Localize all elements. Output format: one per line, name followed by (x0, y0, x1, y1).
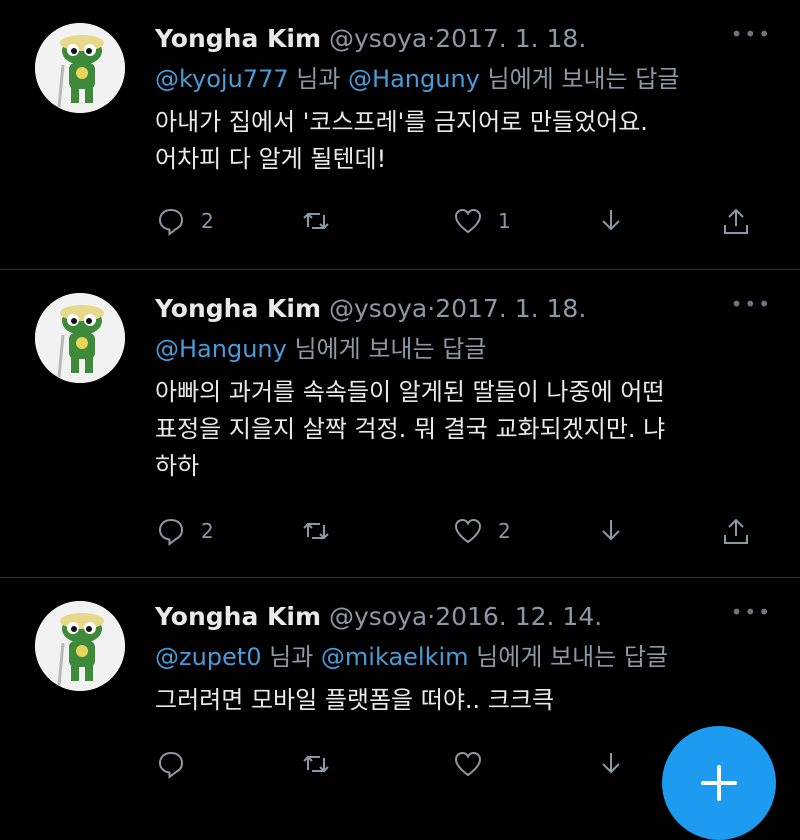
reply-button[interactable]: 2 (155, 205, 214, 237)
author-handle[interactable]: @ysoya (329, 24, 427, 53)
separator: · (427, 24, 436, 53)
reply-suffix: 님에게 보내는 답글 (286, 335, 487, 363)
mention-link[interactable]: @zupet0 (155, 643, 262, 671)
mention-link[interactable]: @mikaelkim (321, 643, 469, 671)
avatar[interactable] (35, 23, 125, 113)
download-icon (595, 205, 627, 237)
retweet-icon (303, 522, 329, 540)
author-name[interactable]: Yongha Kim (155, 294, 321, 323)
download-icon (602, 520, 620, 541)
tweet-date[interactable]: 2017. 1. 18. (435, 24, 586, 53)
author-name[interactable]: Yongha Kim (155, 24, 321, 53)
reply-context: @Hanguny 님에게 보내는 답글 (155, 332, 780, 366)
tweet-text: 아빠의 과거를 속속들이 알게된 딸들이 나중에 어떤 표정을 지을지 살짝 걱… (155, 374, 780, 485)
mention-link[interactable]: @Hanguny (155, 335, 287, 363)
reply-conjunction: 님과 (288, 65, 349, 93)
plus-icon (701, 765, 737, 801)
reply-suffix: 님에게 보내는 답글 (479, 65, 680, 93)
tweet-text-line: 아빠의 과거를 속속들이 알게된 딸들이 나중에 어떤 (155, 378, 665, 406)
more-icon[interactable]: ••• (731, 22, 772, 46)
mention-link[interactable]: @Hanguny (348, 65, 480, 93)
tweet-actions: 2 2 (155, 515, 755, 551)
tweet-actions: 2 1 (155, 205, 755, 241)
save-button[interactable] (595, 205, 627, 237)
tweet-text: 그러려면 모바일 플랫폼을 떠야.. 크크큭 (155, 682, 780, 719)
reply-context: @zupet0 님과 @mikaelkim 님에게 보내는 답글 (155, 640, 780, 674)
tweet-text-line: 표정을 지을지 살짝 걱정. 뭐 결국 교화되겠지만. 냐 (155, 415, 666, 443)
separator: · (427, 294, 436, 323)
retweet-icon (303, 755, 329, 773)
avatar[interactable] (35, 293, 125, 383)
tweet-text-line: 어차피 다 알게 될텐데! (155, 145, 387, 173)
separator: · (427, 602, 436, 631)
save-button[interactable] (595, 515, 627, 547)
heart-icon (454, 751, 482, 777)
share-button[interactable] (720, 515, 752, 547)
author-handle[interactable]: @ysoya (329, 294, 427, 323)
mention-link[interactable]: @kyoju777 (155, 65, 289, 93)
like-button[interactable]: 1 (452, 205, 511, 237)
tweet-text-line: 그러려면 모바일 플랫폼을 떠야.. 크크큭 (155, 686, 555, 714)
compose-button[interactable] (662, 726, 776, 840)
like-count: 1 (498, 209, 511, 233)
heart-icon (454, 518, 482, 544)
reply-suffix: 님에게 보내는 답글 (468, 643, 669, 671)
reply-button[interactable] (155, 748, 187, 780)
reply-icon (158, 518, 184, 547)
share-icon (724, 208, 748, 234)
retweet-icon (303, 212, 329, 230)
retweet-button[interactable] (300, 205, 346, 237)
retweet-button[interactable] (300, 748, 332, 780)
save-button[interactable] (595, 748, 627, 780)
tweet-date[interactable]: 2017. 1. 18. (435, 294, 586, 323)
tweet-header: Yongha Kim @ysoya·2017. 1. 18. (155, 292, 780, 326)
reply-context: @kyoju777 님과 @Hanguny 님에게 보내는 답글 (155, 62, 780, 96)
reply-conjunction: 님과 (261, 643, 321, 671)
avatar[interactable] (35, 601, 125, 691)
download-icon (602, 753, 620, 774)
more-icon[interactable]: ••• (731, 600, 772, 624)
reply-button[interactable]: 2 (155, 515, 214, 547)
like-button[interactable]: 2 (452, 515, 511, 547)
reply-icon (158, 208, 184, 237)
retweet-button[interactable] (300, 515, 346, 547)
author-handle[interactable]: @ysoya (329, 602, 427, 631)
frog-character-icon (35, 23, 125, 113)
more-icon[interactable]: ••• (731, 292, 772, 316)
frog-character-icon (35, 601, 125, 691)
heart-icon (454, 208, 482, 234)
share-icon (724, 518, 748, 544)
reply-icon (158, 751, 184, 780)
tweet[interactable]: Yongha Kim @ysoya·2017. 1. 18. ••• @kyoj… (0, 0, 800, 270)
tweet-date[interactable]: 2016. 12. 14. (435, 602, 602, 631)
frog-character-icon (35, 293, 125, 383)
tweet-text-line: 하하 (155, 452, 200, 480)
like-count: 2 (498, 519, 511, 543)
tweet-header: Yongha Kim @ysoya·2017. 1. 18. (155, 22, 780, 56)
reply-count: 2 (201, 519, 214, 543)
reply-count: 2 (201, 209, 214, 233)
like-button[interactable] (452, 748, 484, 780)
tweet[interactable]: Yongha Kim @ysoya·2017. 1. 18. ••• @Hang… (0, 270, 800, 578)
share-button[interactable] (720, 205, 752, 237)
tweet-text-line: 아내가 집에서 '코스프레'를 금지어로 만들었어요. (155, 108, 648, 136)
tweet-text: 아내가 집에서 '코스프레'를 금지어로 만들었어요. 어차피 다 알게 될텐데… (155, 104, 780, 178)
author-name[interactable]: Yongha Kim (155, 602, 321, 631)
tweet-header: Yongha Kim @ysoya·2016. 12. 14. (155, 600, 780, 634)
